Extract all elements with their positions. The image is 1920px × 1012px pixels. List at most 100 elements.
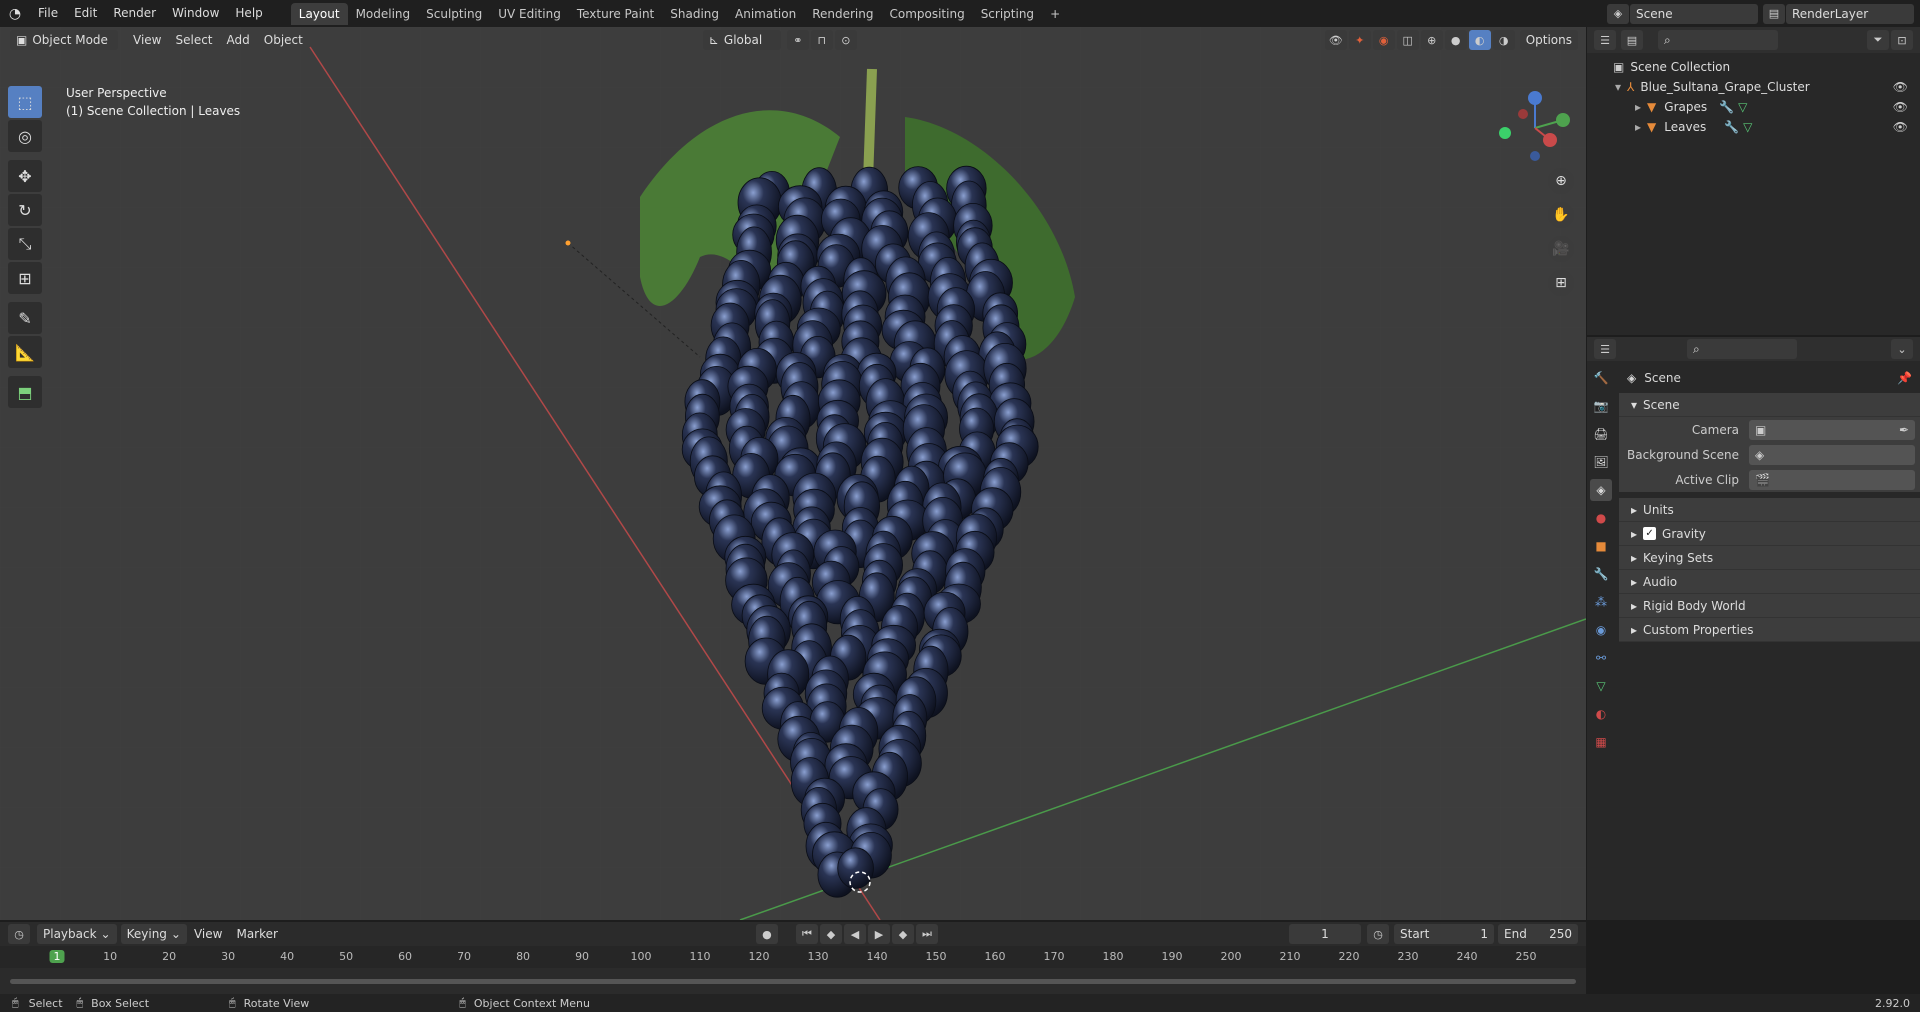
gravity-checkbox[interactable]: ✓ [1643, 527, 1657, 540]
rendered-shading-icon[interactable]: ◑ [1492, 30, 1515, 50]
tab-modeling[interactable]: Modeling [348, 3, 419, 25]
scale-tool-icon[interactable]: ⤡ [8, 228, 42, 260]
current-frame-field[interactable]: 1 [1289, 924, 1361, 944]
timeline-ruler[interactable]: 1 10 20 30 40 50 60 70 80 90 100 110 120 130 140 150 160… [0, 946, 1586, 968]
rigid-body-world-panel[interactable]: ▸ Rigid Body World [1619, 594, 1920, 618]
display-mode-icon[interactable]: ▤ [1621, 30, 1643, 50]
editor-type-icon[interactable]: ☰ [1594, 30, 1616, 50]
camera-icon[interactable]: 🎥 [1548, 236, 1574, 262]
scene-section-header[interactable]: ▾ Scene [1619, 393, 1920, 417]
play-icon[interactable]: ▶ [867, 924, 890, 944]
snap-icon[interactable]: ⊓ [810, 30, 833, 50]
modifier-tab-icon[interactable]: 🔧 [1590, 563, 1612, 585]
menu-file[interactable]: File [30, 0, 66, 27]
gizmo-y-axis[interactable] [1556, 113, 1570, 127]
outliner-row-cluster[interactable]: ▾ ⅄ Blue_Sultana_Grape_Cluster 👁 [1587, 77, 1920, 97]
scene-selector-icon[interactable]: ◈ [1607, 3, 1629, 24]
tab-compositing[interactable]: Compositing [881, 3, 972, 25]
pin-icon[interactable]: 📌 [1897, 371, 1912, 385]
texture-tab-icon[interactable]: ▦ [1590, 731, 1612, 753]
annotate-tool-icon[interactable]: ✎ [8, 302, 42, 334]
chevron-down-icon[interactable]: ⌄ [1891, 339, 1913, 359]
audio-panel[interactable]: ▸ Audio [1619, 570, 1920, 594]
gizmo-z-axis[interactable] [1528, 91, 1542, 105]
rotate-tool-icon[interactable]: ↻ [8, 194, 42, 226]
keying-menu[interactable]: Keying ⌄ [120, 924, 187, 944]
outliner-search[interactable]: ⌕ [1658, 30, 1778, 50]
proportional-edit-icon[interactable]: ⊙ [834, 30, 857, 50]
eye-icon[interactable]: 👁 [1893, 120, 1908, 134]
particles-tab-icon[interactable]: ⁂ [1590, 591, 1612, 613]
eye-icon[interactable]: 👁 [1893, 80, 1908, 94]
object-tab-icon[interactable]: ■ [1590, 535, 1612, 557]
jump-start-icon[interactable]: ⏮ [795, 924, 818, 944]
tab-uv-editing[interactable]: UV Editing [490, 3, 569, 25]
visibility-icon[interactable]: 👁 [1324, 30, 1347, 50]
navigation-gizmo[interactable] [1495, 88, 1575, 168]
background-scene-field[interactable]: ◈ [1749, 444, 1915, 465]
mode-selector[interactable]: ▣ Object Mode [10, 30, 118, 50]
gizmo-neg-z-axis[interactable] [1530, 151, 1540, 161]
camera-field[interactable]: ▣ ✒ [1749, 419, 1915, 440]
outliner-row-grapes[interactable]: ▸ ▼ Grapes 🔧 ▽ 👁 [1587, 97, 1920, 117]
tab-layout[interactable]: Layout [290, 3, 348, 25]
options-button[interactable]: Options [1519, 30, 1578, 50]
cursor-tool-icon[interactable]: ◎ [8, 120, 42, 152]
custom-properties-panel[interactable]: ▸ Custom Properties [1619, 618, 1920, 642]
gizmo-neg-x-axis[interactable] [1518, 109, 1528, 119]
filter-icon[interactable]: ⏷ [1867, 30, 1889, 50]
outliner-row-scene-collection[interactable]: ▣ Scene Collection [1587, 57, 1920, 77]
scene-tab-icon[interactable]: ◈ [1590, 479, 1612, 501]
properties-search[interactable]: ⌕ [1687, 339, 1797, 359]
gizmo-icon[interactable]: ✦ [1348, 30, 1371, 50]
add-workspace-button[interactable]: + [1042, 3, 1068, 25]
move-tool-icon[interactable]: ✥ [8, 160, 42, 192]
zoom-icon[interactable]: ⊕ [1548, 168, 1574, 194]
select-box-tool-icon[interactable]: ⬚ [8, 86, 42, 118]
record-icon[interactable]: ● [755, 924, 778, 944]
gizmo-x-axis[interactable] [1543, 133, 1557, 147]
xray-icon[interactable]: ◫ [1396, 30, 1419, 50]
eyedropper-icon[interactable]: ✒ [1899, 423, 1909, 437]
expand-icon[interactable]: ▸ [1635, 120, 1641, 134]
units-panel[interactable]: ▸ Units [1619, 498, 1920, 522]
3d-viewport[interactable] [0, 27, 1586, 920]
viewport-menu-select[interactable]: Select [168, 33, 219, 47]
material-tab-icon[interactable]: ◐ [1590, 703, 1612, 725]
hand-icon[interactable]: ✋ [1548, 202, 1574, 228]
tab-animation[interactable]: Animation [727, 3, 804, 25]
transform-orientation-select[interactable]: ⊾ Global [702, 30, 781, 50]
world-tab-icon[interactable]: ● [1590, 507, 1612, 529]
tab-shading[interactable]: Shading [662, 3, 727, 25]
outliner-row-leaves[interactable]: ▸ ▼ Leaves 🔧 ▽ 👁 [1587, 117, 1920, 137]
material-shading-icon[interactable]: ◐ [1468, 30, 1491, 50]
light-point[interactable] [565, 240, 571, 246]
render-tab-icon[interactable]: 📷 [1590, 395, 1612, 417]
keying-sets-panel[interactable]: ▸ Keying Sets [1619, 546, 1920, 570]
output-tab-icon[interactable]: 🖨 [1590, 423, 1612, 445]
menu-edit[interactable]: Edit [66, 0, 105, 27]
expand-icon[interactable]: ▸ [1635, 100, 1641, 114]
tab-sculpting[interactable]: Sculpting [418, 3, 490, 25]
active-clip-field[interactable]: 🎬 [1749, 469, 1915, 490]
viewport-menu-add[interactable]: Add [220, 33, 257, 47]
timeline-menu-view[interactable]: View [187, 927, 229, 941]
viewport-menu-view[interactable]: View [126, 33, 168, 47]
menu-window[interactable]: Window [164, 0, 227, 27]
transform-tool-icon[interactable]: ⊞ [8, 262, 42, 294]
measure-tool-icon[interactable]: 📐 [8, 336, 42, 368]
eye-icon[interactable]: 👁 [1893, 100, 1908, 114]
playhead[interactable]: 1 [49, 950, 65, 963]
overlay-icon[interactable]: ◉ [1372, 30, 1395, 50]
timeline-editor-icon[interactable]: ◷ [8, 924, 30, 944]
jump-end-icon[interactable]: ⏭ [915, 924, 938, 944]
tab-scripting[interactable]: Scripting [973, 3, 1042, 25]
gravity-panel[interactable]: ▸ ✓ Gravity [1619, 522, 1920, 546]
tool-tab-icon[interactable]: 🔨 [1590, 367, 1612, 389]
view-layer-tab-icon[interactable]: 🖼 [1590, 451, 1612, 473]
timeline-menu-marker[interactable]: Marker [229, 927, 284, 941]
grid-icon[interactable]: ⊞ [1548, 270, 1574, 296]
tab-texture-paint[interactable]: Texture Paint [569, 3, 662, 25]
viewport-menu-object[interactable]: Object [257, 33, 310, 47]
timeline-scrollbar[interactable] [10, 979, 1576, 984]
